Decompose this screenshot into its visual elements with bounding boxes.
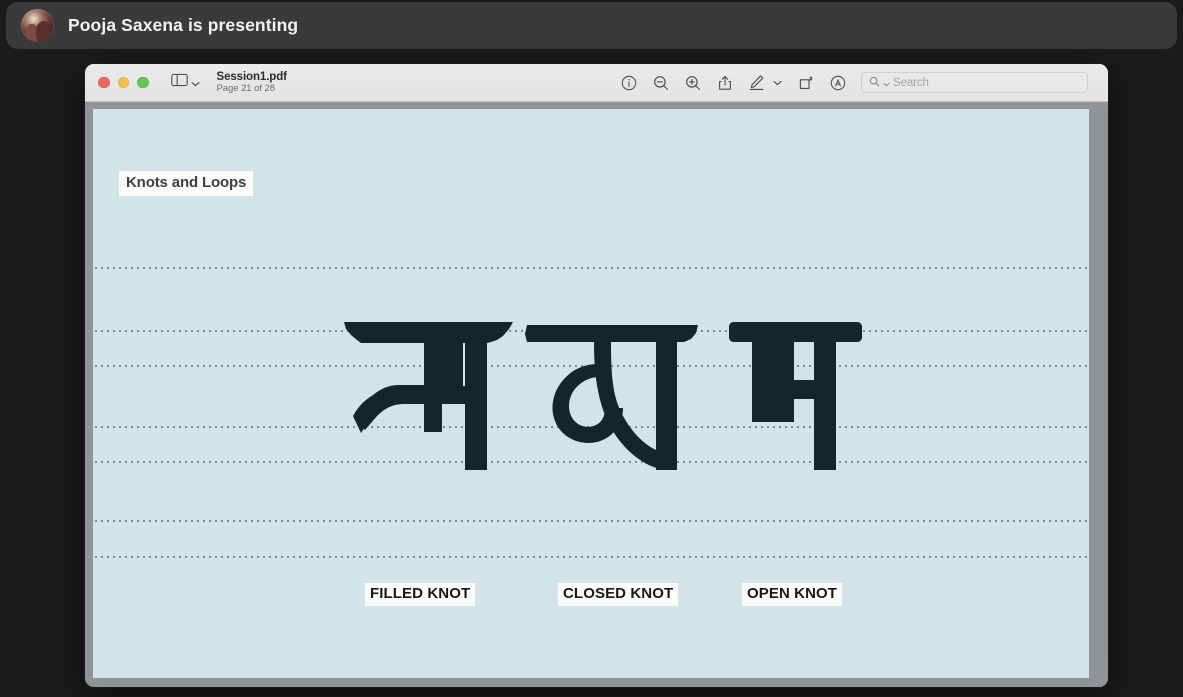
closed-knot-caption-chip: CLOSED KNOT (558, 583, 679, 606)
maximize-window-button[interactable] (137, 76, 149, 89)
slide-title-text: Knots and Loops (126, 174, 247, 191)
document-viewport[interactable]: Knots and Loops FILLED KNOT CLOSED KNOT … (85, 102, 1108, 687)
document-title: Session1.pdf (216, 70, 287, 83)
zoom-out-icon[interactable] (652, 74, 669, 91)
chevron-down-icon (190, 74, 200, 92)
caption-text: OPEN KNOT (747, 585, 838, 602)
caption-text: CLOSED KNOT (563, 585, 674, 602)
close-window-button[interactable] (98, 76, 110, 89)
window-toolbar: Session1.pdf Page 21 of 28 Search (85, 64, 1108, 102)
presenter-avatar (21, 9, 54, 42)
chevron-down-icon[interactable] (883, 74, 890, 92)
slide-title-chip: Knots and Loops (119, 171, 254, 196)
rotate-icon[interactable] (797, 74, 814, 91)
chevron-down-icon[interactable] (772, 74, 782, 91)
sidebar-toggle-button[interactable] (170, 73, 200, 92)
traffic-lights (98, 76, 149, 89)
guideline-ascender-line (93, 267, 1089, 269)
info-icon[interactable] (620, 74, 637, 91)
search-placeholder: Search (893, 76, 929, 89)
search-input[interactable]: Search (861, 72, 1088, 93)
open-knot-caption-chip: OPEN KNOT (742, 583, 843, 606)
annotate-icon[interactable] (829, 74, 846, 91)
search-icon (869, 74, 880, 92)
presenting-label: Pooja Saxena is presenting (68, 15, 299, 35)
zoom-in-icon[interactable] (684, 74, 701, 91)
filled-knot-specimen (341, 320, 516, 476)
toolbar-actions: Search (620, 72, 1097, 93)
document-page-indicator: Page 21 of 28 (216, 83, 276, 95)
sidebar-icon (170, 73, 188, 92)
guideline-baseline (93, 520, 1089, 522)
vertical-scrollbar[interactable] (1093, 109, 1102, 678)
preview-window: Session1.pdf Page 21 of 28 Search Knots … (85, 64, 1108, 687)
closed-knot-specimen (525, 320, 700, 476)
presenting-banner: Pooja Saxena is presenting (6, 2, 1177, 49)
caption-text: FILLED KNOT (370, 585, 471, 602)
guideline-descender-line (93, 556, 1089, 558)
pdf-page: Knots and Loops FILLED KNOT CLOSED KNOT … (93, 109, 1089, 678)
document-title-block[interactable]: Session1.pdf Page 21 of 28 (217, 71, 287, 95)
markup-pen-icon[interactable] (748, 74, 765, 91)
share-icon[interactable] (716, 74, 733, 91)
open-knot-specimen (728, 320, 863, 476)
filled-knot-caption-chip: FILLED KNOT (365, 583, 476, 606)
minimize-window-button[interactable] (117, 76, 129, 89)
